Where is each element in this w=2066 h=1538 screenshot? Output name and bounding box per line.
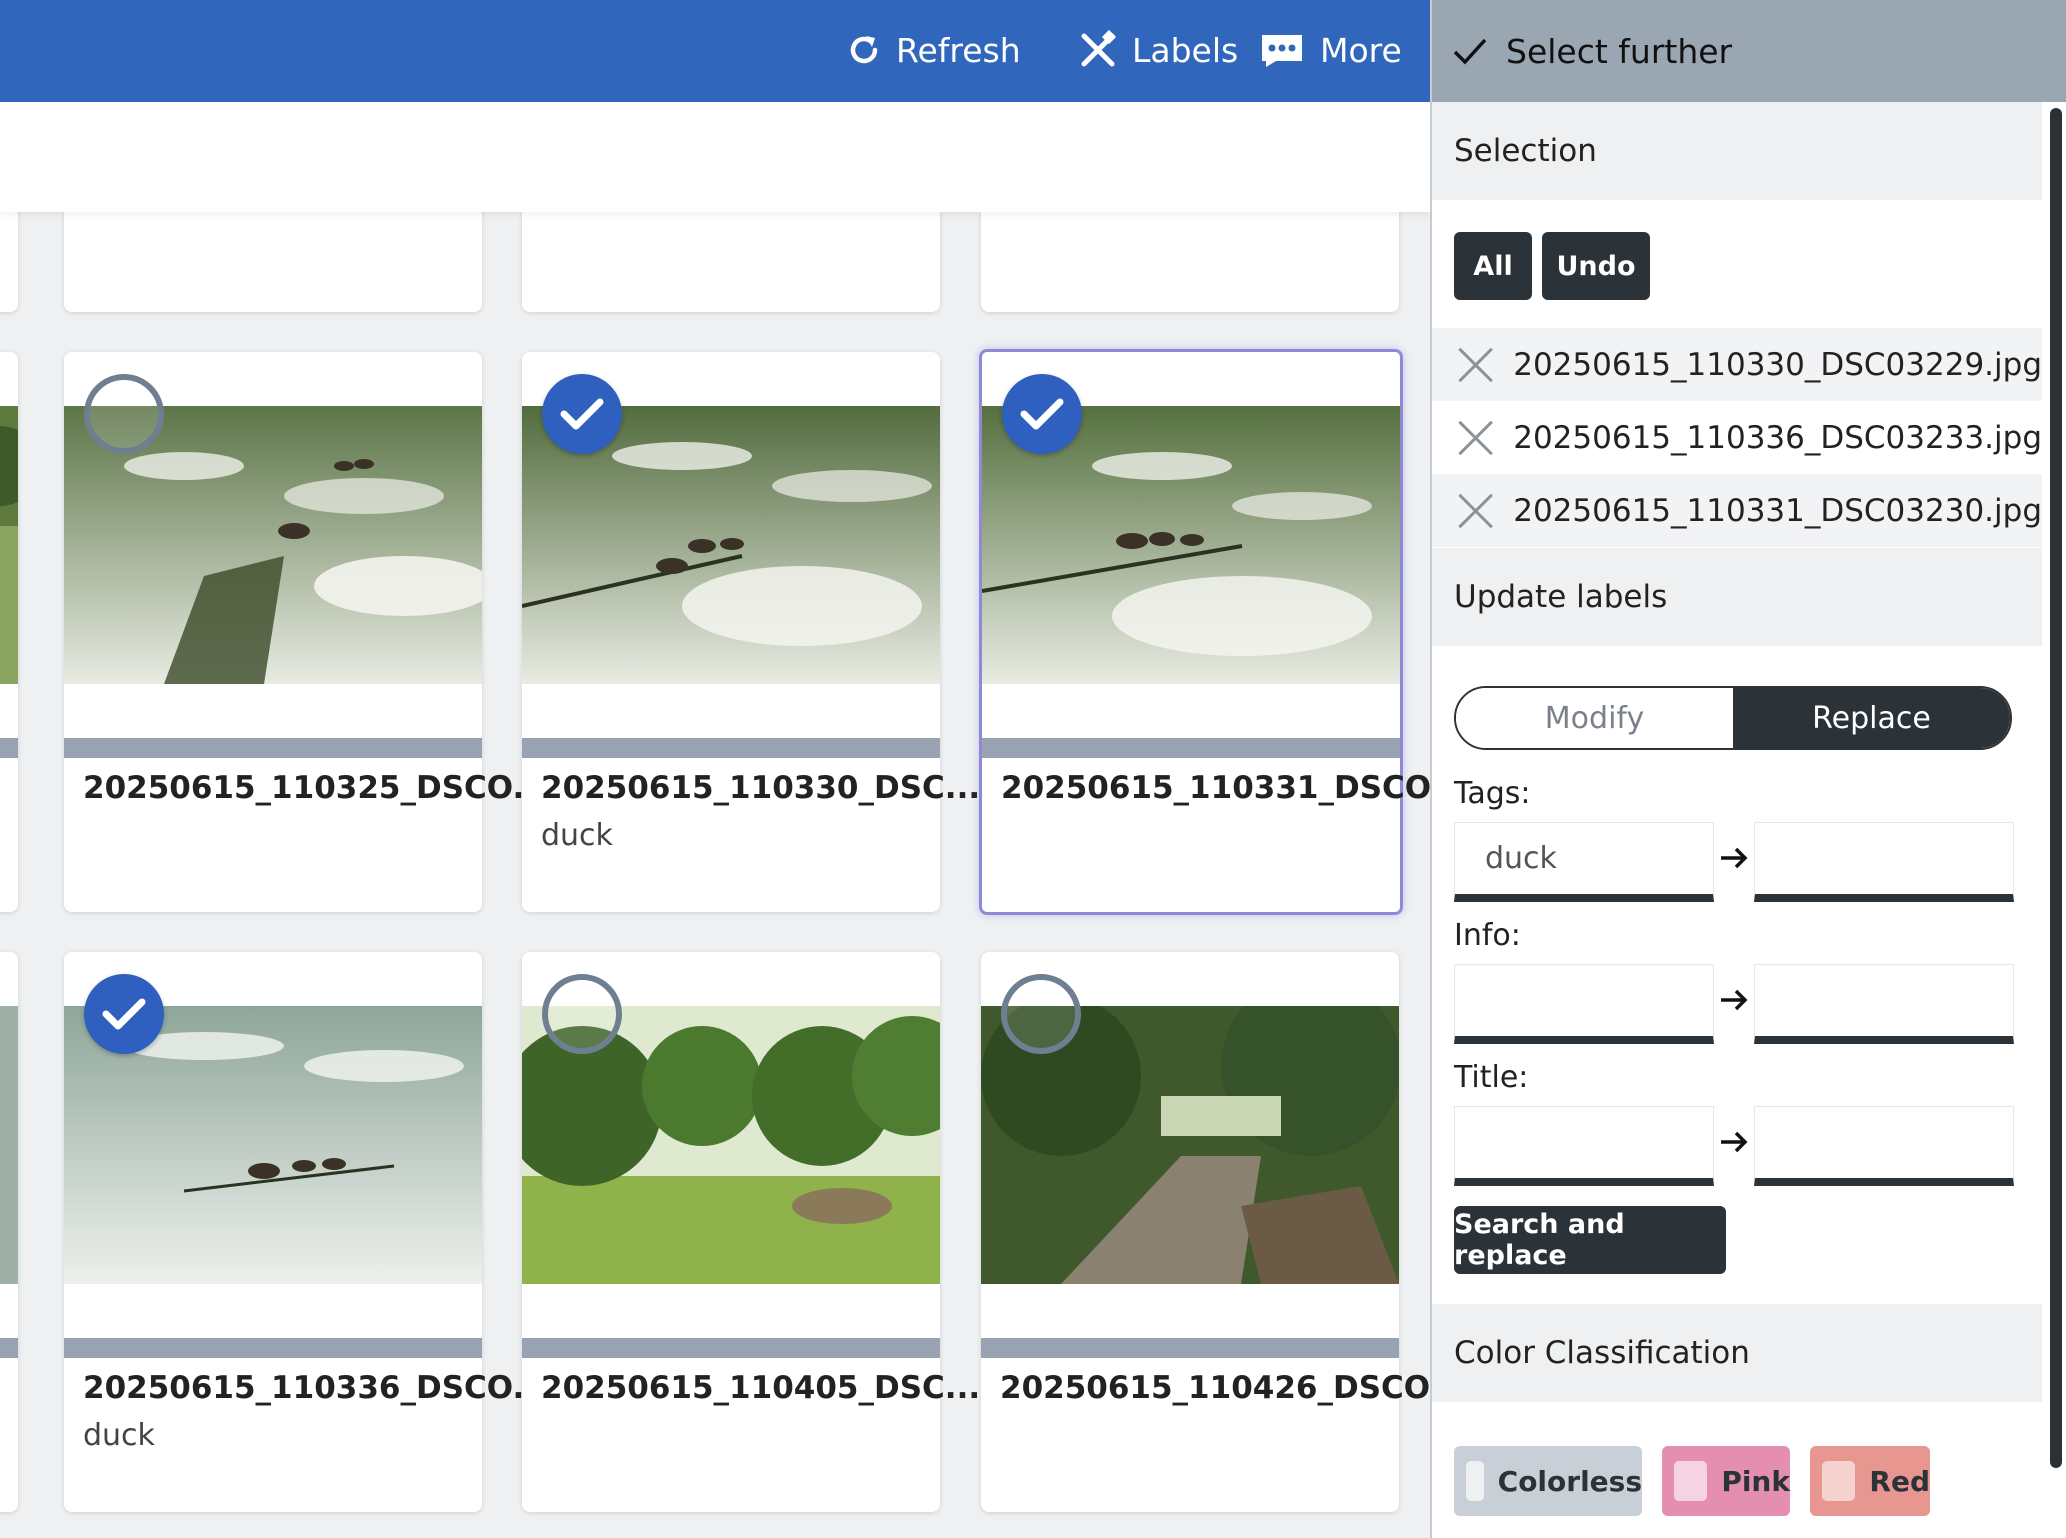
select-toggle[interactable] xyxy=(84,374,164,454)
mode-toggle[interactable]: Modify Replace xyxy=(1454,686,2012,750)
card-color-bar xyxy=(64,1338,482,1358)
photo-card[interactable]: 20250615_110336_DSCO... duck xyxy=(64,952,548,1512)
modify-option[interactable]: Modify xyxy=(1456,688,1733,748)
select-toggle[interactable] xyxy=(542,374,622,454)
photo-card-partial[interactable] xyxy=(0,352,18,912)
tags-from-input[interactable]: duck xyxy=(1454,822,1714,902)
selected-file-row: 20250615_110336_DSC03233.jpg xyxy=(1432,401,2042,474)
title-to-input[interactable] xyxy=(1754,1106,2014,1186)
sub-toolbar xyxy=(0,102,1430,212)
title-label: Title: xyxy=(1454,1060,1529,1095)
tags-to-input[interactable] xyxy=(1754,822,2014,902)
info-label: Info: xyxy=(1454,918,1521,953)
arrow-right-icon xyxy=(1721,989,1748,1011)
select-toggle[interactable] xyxy=(1002,374,1082,454)
update-labels-section-title: Update labels xyxy=(1432,548,2042,646)
photo-filename: 20250615_110330_DSC... xyxy=(541,770,981,806)
color-swatch xyxy=(1822,1461,1856,1501)
info-to-input[interactable] xyxy=(1754,964,2014,1044)
check-icon xyxy=(1453,38,1487,65)
card-color-bar xyxy=(522,738,940,758)
select-all-button[interactable]: All xyxy=(1454,232,1532,300)
photo-card[interactable]: 20250615_110330_DSC... duck xyxy=(522,352,980,912)
labels-icon xyxy=(1081,30,1117,67)
color-chip-pink[interactable]: Pink xyxy=(1662,1446,1790,1516)
photo-card[interactable]: 20250615_110426_DSCO... xyxy=(981,952,1430,1512)
card-color-bar xyxy=(982,738,1400,758)
refresh-icon xyxy=(850,36,878,64)
color-swatch xyxy=(1674,1461,1708,1501)
photo-card-active[interactable]: 20250615_110331_DSCO... xyxy=(979,349,1430,915)
photo-filename: 20250615_110325_DSCO... xyxy=(83,770,548,806)
selected-file-row: 20250615_110330_DSC03229.jpg xyxy=(1432,328,2042,401)
labels-button[interactable]: Labels xyxy=(1078,22,1238,78)
undo-button[interactable]: Undo xyxy=(1542,232,1650,300)
select-toggle[interactable] xyxy=(1001,974,1081,1054)
refresh-button[interactable]: Refresh xyxy=(846,22,1021,78)
select-further-header[interactable]: Select further xyxy=(1432,0,2066,102)
photo-filename: 20250615_110331_DSCO... xyxy=(1001,770,1430,806)
arrow-right-icon xyxy=(1721,847,1748,869)
tags-label: Tags: xyxy=(1454,776,1531,811)
color-swatch xyxy=(1466,1461,1484,1501)
photo-label: duck xyxy=(541,818,613,853)
photo-filename: 20250615_110405_DSC... xyxy=(541,1370,981,1406)
color-chip-colorless[interactable]: Colorless xyxy=(1454,1446,1642,1516)
more-button[interactable]: More xyxy=(1258,22,1402,78)
top-toolbar: Refresh Labels More xyxy=(0,0,1430,102)
remove-icon[interactable] xyxy=(1456,488,1495,534)
select-toggle[interactable] xyxy=(84,974,164,1054)
selected-filename: 20250615_110331_DSC03230.jpg xyxy=(1513,492,2042,529)
arrow-right-icon xyxy=(1721,1131,1748,1153)
search-and-replace-button[interactable]: Search and replace xyxy=(1454,1206,1726,1274)
more-icon xyxy=(1262,35,1302,67)
color-chip-red[interactable]: Red xyxy=(1810,1446,1930,1516)
selected-file-row: 20250615_110331_DSC03230.jpg xyxy=(1432,474,2042,547)
photo-filename: 20250615_110336_DSCO... xyxy=(83,1370,548,1406)
photo-filename: 20250615_110426_DSCO... xyxy=(1000,1370,1430,1406)
title-from-input[interactable] xyxy=(1454,1106,1714,1186)
select-toggle[interactable] xyxy=(542,974,622,1054)
photo-card-partial[interactable] xyxy=(0,952,18,1512)
selected-filename: 20250615_110330_DSC03229.jpg xyxy=(1513,346,2042,383)
photo-grid-area: 20250615_110325_DSCO... 20250615_110330_… xyxy=(0,0,1430,1538)
remove-icon[interactable] xyxy=(1456,415,1495,461)
selected-filename: 20250615_110336_DSC03233.jpg xyxy=(1513,419,2042,456)
info-from-input[interactable] xyxy=(1454,964,1714,1044)
selection-panel: Select further Selection All Undo 202506… xyxy=(1430,0,2066,1538)
card-color-bar xyxy=(64,738,482,758)
color-classification-section-title: Color Classification xyxy=(1432,1304,2042,1402)
photo-card[interactable]: 20250615_110405_DSC... xyxy=(522,952,980,1512)
remove-icon[interactable] xyxy=(1456,342,1495,388)
card-color-bar xyxy=(981,1338,1399,1358)
photo-card[interactable]: 20250615_110325_DSCO... xyxy=(64,352,548,912)
selection-section-title: Selection xyxy=(1432,102,2042,200)
photo-label: duck xyxy=(83,1418,155,1453)
panel-scrollbar[interactable] xyxy=(2050,108,2062,1468)
card-color-bar xyxy=(522,1338,940,1358)
replace-option[interactable]: Replace xyxy=(1733,688,2010,748)
